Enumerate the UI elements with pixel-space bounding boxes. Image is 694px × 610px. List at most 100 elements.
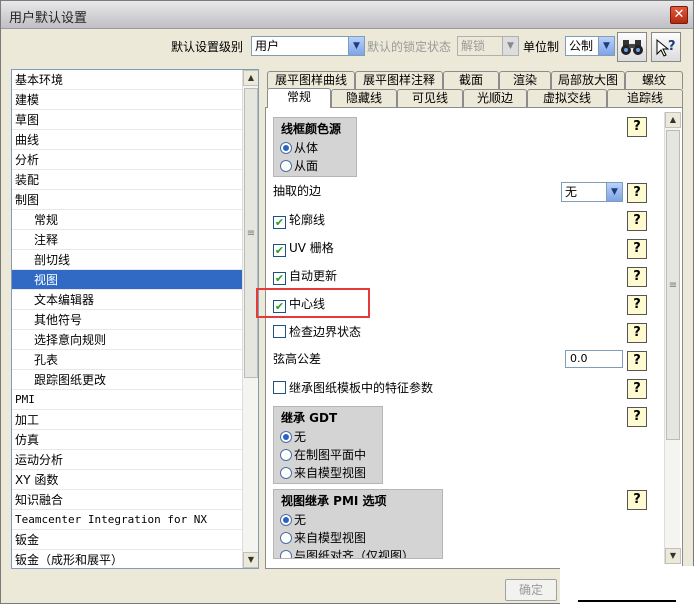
- checkbox-unchecked[interactable]: [273, 325, 286, 338]
- tab-flat-pattern-annotation[interactable]: 展平图样注释: [355, 71, 443, 89]
- radio-from-face[interactable]: 从面: [280, 158, 318, 174]
- tab-trace-lines[interactable]: 追踪线: [607, 89, 683, 107]
- tree-item[interactable]: 运动分析: [12, 450, 244, 470]
- tab-section[interactable]: 截面: [443, 71, 499, 89]
- tree-item[interactable]: 加工: [12, 410, 244, 430]
- checkbox-checked[interactable]: ✔: [273, 216, 286, 229]
- checkbox-unchecked[interactable]: [273, 381, 286, 394]
- scroll-up-icon[interactable]: ▲: [665, 112, 681, 128]
- ok-button[interactable]: 确定: [505, 579, 557, 601]
- help-icon[interactable]: ?: [627, 117, 647, 137]
- help-icon[interactable]: ?: [627, 323, 647, 343]
- tree-item[interactable]: 基本环境: [12, 70, 244, 90]
- scroll-thumb[interactable]: ≡: [666, 130, 680, 440]
- tree-item[interactable]: 建模: [12, 90, 244, 110]
- help-icon[interactable]: ?: [627, 407, 647, 427]
- tab-thread[interactable]: 螺纹: [625, 71, 683, 89]
- tab-render[interactable]: 渲染: [499, 71, 551, 89]
- radio-gdt-none[interactable]: 无: [280, 429, 306, 445]
- radio-pmi-from-model-view[interactable]: 来自模型视图: [280, 530, 366, 546]
- chevron-down-icon[interactable]: ▼: [348, 37, 364, 55]
- radio-from-body[interactable]: 从体: [280, 140, 318, 156]
- radio-unselected[interactable]: [280, 532, 292, 544]
- tree-item[interactable]: 曲线: [12, 130, 244, 150]
- tree-item[interactable]: 装配: [12, 170, 244, 190]
- radio-gdt-from-model-view[interactable]: 来自模型视图: [280, 465, 366, 481]
- close-button[interactable]: ✕: [670, 6, 688, 24]
- scroll-up-icon[interactable]: ▲: [243, 70, 258, 86]
- chord-tolerance-input[interactable]: 0.0: [565, 350, 623, 368]
- auto-update-checkbox-row[interactable]: ✔ 自动更新: [273, 267, 337, 285]
- chevron-down-icon[interactable]: ▼: [598, 37, 614, 55]
- radio-unselected[interactable]: [280, 449, 292, 461]
- chord-tolerance-label: 弦高公差: [273, 352, 322, 366]
- help-icon[interactable]: ?: [627, 239, 647, 259]
- silhouette-checkbox-row[interactable]: ✔ 轮廓线: [273, 211, 325, 229]
- checkbox-checked[interactable]: ✔: [273, 272, 286, 285]
- window-title: 用户默认设置: [9, 11, 88, 26]
- tree-item[interactable]: 知识融合: [12, 490, 244, 510]
- checkbox-label: UV 栅格: [289, 241, 334, 255]
- inherit-gdt-group: 继承 GDT 无 在制图平面中 来自模型视图: [273, 406, 383, 484]
- binoculars-icon[interactable]: [617, 32, 647, 62]
- tree-item-selected[interactable]: 视图: [12, 270, 244, 290]
- radio-unselected[interactable]: [280, 550, 292, 558]
- radio-gdt-in-drawing-plane[interactable]: 在制图平面中: [280, 447, 366, 463]
- tree-item[interactable]: 选择意向规则: [12, 330, 244, 350]
- tab-general[interactable]: 常规: [267, 88, 331, 108]
- extracted-edges-select[interactable]: 无 ▼: [561, 182, 623, 202]
- tree-item[interactable]: 剖切线: [12, 250, 244, 270]
- help-icon[interactable]: ?: [627, 490, 647, 510]
- tree-item[interactable]: 钣金: [12, 530, 244, 550]
- tree-item[interactable]: PMI: [12, 390, 244, 410]
- tab-smooth-edges[interactable]: 光顺边: [463, 89, 527, 107]
- help-icon[interactable]: ?: [627, 295, 647, 315]
- tree-item[interactable]: XY 函数: [12, 470, 244, 490]
- tab-visible-lines[interactable]: 可见线: [397, 89, 463, 107]
- tree-item[interactable]: 其他符号: [12, 310, 244, 330]
- help-icon[interactable]: ?: [627, 211, 647, 231]
- tree-scrollbar[interactable]: ▲ ≡ ▼: [242, 70, 258, 568]
- uv-grid-checkbox-row[interactable]: ✔ UV 栅格: [273, 239, 334, 257]
- radio-pmi-none[interactable]: 无: [280, 512, 306, 528]
- radio-pmi-align-drawing[interactable]: 与图纸对齐（仅视图）: [280, 548, 414, 558]
- radio-selected[interactable]: [280, 431, 292, 443]
- scroll-down-icon[interactable]: ▼: [665, 548, 681, 564]
- category-tree[interactable]: 基本环境 建模 草图 曲线 分析 装配 制图 常规 注释 剖切线 视图 文本编辑…: [11, 69, 259, 569]
- checkbox-checked[interactable]: ✔: [273, 244, 286, 257]
- tree-item[interactable]: 跟踪图纸更改: [12, 370, 244, 390]
- panel-scrollbar[interactable]: ▲ ≡ ▼: [664, 112, 681, 564]
- scroll-thumb[interactable]: ≡: [244, 88, 258, 378]
- tree-item[interactable]: 文本编辑器: [12, 290, 244, 310]
- tree-item[interactable]: 钣金（成形和展平）: [12, 550, 244, 568]
- tree-item[interactable]: 仿真: [12, 430, 244, 450]
- whats-this-help-icon[interactable]: ?: [651, 32, 681, 62]
- inherit-template-checkbox-row[interactable]: 继承图纸模板中的特征参数: [273, 379, 433, 397]
- radio-unselected[interactable]: [280, 160, 292, 172]
- radio-selected[interactable]: [280, 514, 292, 526]
- tree-item[interactable]: 分析: [12, 150, 244, 170]
- radio-label: 从体: [294, 141, 319, 155]
- level-select[interactable]: 用户 ▼: [251, 36, 365, 56]
- title-bar: 用户默认设置 ✕: [1, 1, 693, 29]
- tree-item[interactable]: 常规: [12, 210, 244, 230]
- tree-item[interactable]: 注释: [12, 230, 244, 250]
- tab-hidden-lines[interactable]: 隐藏线: [331, 89, 397, 107]
- tab-detail-view[interactable]: 局部放大图: [551, 71, 625, 89]
- radio-unselected[interactable]: [280, 467, 292, 479]
- scroll-down-icon[interactable]: ▼: [243, 552, 258, 568]
- tree-item[interactable]: Teamcenter Integration for NX: [12, 510, 244, 530]
- tree-item[interactable]: 草图: [12, 110, 244, 130]
- help-icon[interactable]: ?: [627, 267, 647, 287]
- help-icon[interactable]: ?: [627, 351, 647, 371]
- help-icon[interactable]: ?: [627, 379, 647, 399]
- tree-item[interactable]: 制图: [12, 190, 244, 210]
- chevron-down-icon[interactable]: ▼: [606, 183, 622, 201]
- tab-flat-pattern-curve[interactable]: 展平图样曲线: [267, 71, 355, 89]
- check-boundary-checkbox-row[interactable]: 检查边界状态: [273, 323, 361, 341]
- tree-item[interactable]: 孔表: [12, 350, 244, 370]
- unit-select[interactable]: 公制 ▼: [565, 36, 615, 56]
- tab-virtual-intersection[interactable]: 虚拟交线: [527, 89, 607, 107]
- radio-selected[interactable]: [280, 142, 292, 154]
- help-icon[interactable]: ?: [627, 183, 647, 203]
